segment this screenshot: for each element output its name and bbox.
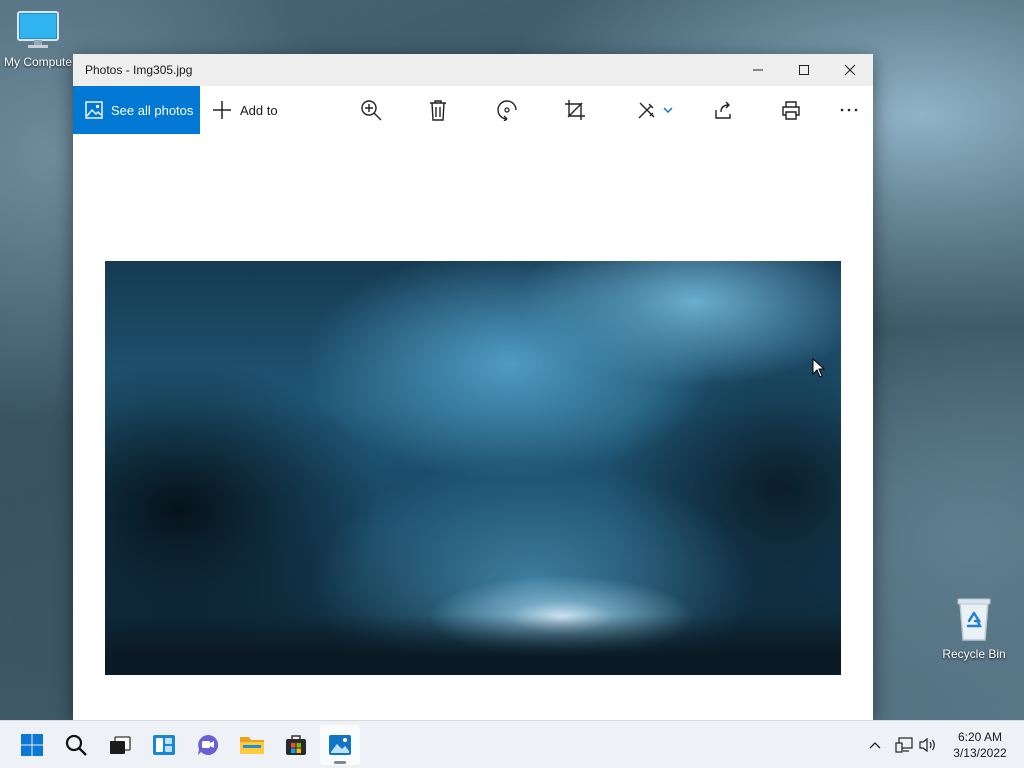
store-icon <box>286 735 306 755</box>
photos-app-icon <box>329 735 351 755</box>
more-options-button[interactable] <box>829 86 869 134</box>
monitor-icon <box>17 11 59 48</box>
photo-gallery-icon <box>85 101 103 119</box>
print-button[interactable] <box>771 86 811 134</box>
volume-button[interactable] <box>916 721 940 768</box>
desktop-icon-label: Recycle Bin <box>942 647 1006 661</box>
widgets-button[interactable] <box>144 725 184 765</box>
search-button[interactable] <box>56 725 96 765</box>
chat-button[interactable] <box>188 725 228 765</box>
add-to-button[interactable]: Add to <box>212 100 278 120</box>
desktop-icon-label: My Compute <box>3 55 73 69</box>
network-button[interactable] <box>892 721 916 768</box>
start-button[interactable] <box>12 725 52 765</box>
photo-floor-shade <box>105 615 841 675</box>
clock-time: 6:20 AM <box>957 730 1003 744</box>
window-title: Photos - Img305.jpg <box>85 63 193 77</box>
clock-date: 3/13/2022 <box>953 746 1007 760</box>
share-button[interactable] <box>703 86 743 134</box>
toolbar: See all photos Add to <box>73 86 873 134</box>
desktop-icon-my-computer[interactable]: My Compute <box>2 10 74 69</box>
chevron-down-icon <box>663 107 673 114</box>
zoom-button[interactable] <box>351 86 391 134</box>
maximize-button[interactable] <box>781 54 827 86</box>
windows-logo-icon <box>21 734 43 756</box>
printer-icon <box>782 101 800 120</box>
see-all-photos-button[interactable]: See all photos <box>73 86 200 134</box>
crop-button[interactable] <box>555 86 595 134</box>
maximize-icon <box>799 65 809 75</box>
delete-button[interactable] <box>418 86 458 134</box>
network-icon <box>895 737 913 753</box>
desktop-icon-recycle-bin[interactable]: Recycle Bin <box>938 596 1010 661</box>
close-icon <box>844 64 856 76</box>
close-button[interactable] <box>827 54 873 86</box>
speaker-icon <box>919 737 935 753</box>
photos-taskbar-button[interactable] <box>320 725 360 765</box>
share-icon <box>715 101 731 119</box>
edit-tools-icon <box>638 102 655 119</box>
photo-canvas[interactable] <box>105 261 841 675</box>
task-view-button[interactable] <box>100 725 140 765</box>
edit-button[interactable] <box>629 86 681 134</box>
task-view-icon <box>110 736 131 754</box>
mouse-cursor-icon <box>812 358 826 378</box>
clock[interactable]: 6:20 AM 3/13/2022 <box>944 729 1016 761</box>
photos-window: Photos - Img305.jpg See all photos Add t… <box>73 54 873 720</box>
search-icon <box>65 734 87 756</box>
crop-icon <box>565 100 585 120</box>
plus-icon <box>213 101 231 119</box>
rotate-button[interactable] <box>487 86 527 134</box>
widgets-icon <box>153 735 175 755</box>
taskbar: 6:20 AM 3/13/2022 <box>0 720 1024 768</box>
recycle-bin-icon <box>957 598 991 641</box>
folder-icon <box>240 737 264 754</box>
more-icon <box>840 108 858 112</box>
see-all-photos-label: See all photos <box>111 102 194 118</box>
zoom-in-icon <box>361 100 382 121</box>
minimize-icon <box>753 69 763 71</box>
store-button[interactable] <box>276 725 316 765</box>
chevron-up-icon <box>869 742 881 749</box>
title-bar[interactable]: Photos - Img305.jpg <box>73 54 873 86</box>
chat-icon <box>198 734 219 755</box>
add-to-label: Add to <box>240 102 278 118</box>
rotate-icon <box>497 100 517 121</box>
minimize-button[interactable] <box>735 54 781 86</box>
trash-icon <box>430 100 446 121</box>
show-hidden-icons-button[interactable] <box>864 721 886 768</box>
file-explorer-button[interactable] <box>232 725 272 765</box>
